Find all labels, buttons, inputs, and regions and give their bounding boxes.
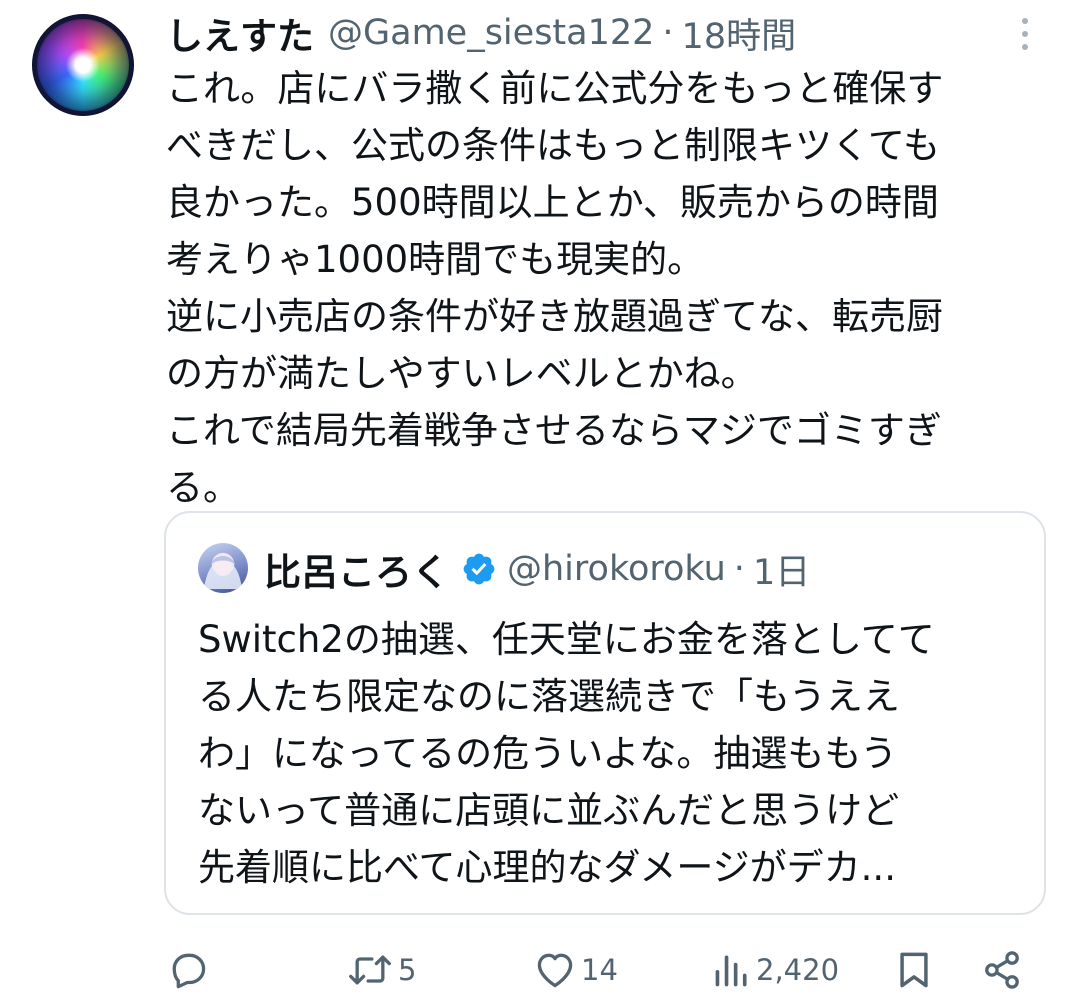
reply-icon — [172, 953, 206, 989]
tweet-text-line: これ。店にバラ撒く前に公式分をもっと確保す — [166, 67, 944, 110]
share-button[interactable] — [980, 940, 1024, 1000]
tweet-text-line: これで結局先着戦争させるならマジでゴミすぎ — [166, 409, 942, 452]
share-icon — [985, 951, 1019, 989]
bookmark-icon — [900, 952, 928, 988]
quoted-text-line: Switch2の抽選、任天堂にお金を落としてて — [198, 618, 935, 661]
quoted-timestamp[interactable]: 1日 — [753, 544, 810, 595]
quoted-tweet-header: 比呂ころく @hirokoroku · 1日 — [264, 543, 810, 595]
quoted-text-line: る人たち限定なのに落選続きで「もうええ — [198, 675, 900, 718]
tweet-text-line: 考えりゃ1000時間でも現実的。 — [166, 238, 705, 281]
reply-button[interactable] — [166, 940, 210, 1000]
heart-icon — [537, 953, 573, 988]
quoted-display-name[interactable]: 比呂ころく — [264, 542, 449, 596]
retweet-button[interactable]: 5 — [346, 940, 416, 1000]
tweet-text: これ。店にバラ撒く前に公式分をもっと確保す べきだし、公式の条件はもっと制限キツ… — [166, 60, 1056, 516]
author-handle[interactable]: @Game_siesta122 — [328, 13, 654, 53]
more-dot — [1022, 44, 1028, 50]
tweet-text-line: の方が満たしやすいレベルとかね。 — [166, 352, 758, 395]
author-display-name[interactable]: しえすた — [166, 6, 314, 60]
quoted-text-line: 先着順に比べて心理的なダメージがデカ... — [198, 846, 896, 889]
author-avatar[interactable] — [32, 14, 134, 116]
views-icon — [715, 955, 747, 987]
tweet-text-line: べきだし、公式の条件はもっと制限キツくても — [166, 124, 941, 167]
like-button[interactable]: 14 — [533, 940, 618, 1000]
bookmark-button[interactable] — [892, 940, 936, 1000]
quoted-text-line: わ」になってるの危ういよな。抽選ももう — [198, 732, 898, 775]
tweet-timestamp[interactable]: 18時間 — [682, 8, 797, 59]
quoted-avatar-art — [204, 556, 242, 589]
quoted-tweet-card[interactable]: 比呂ころく @hirokoroku · 1日 Switch2の抽選、任天堂にお金… — [164, 511, 1046, 915]
verified-badge-icon — [461, 551, 497, 587]
avatar-glow — [32, 14, 134, 116]
views-button[interactable]: 2,420 — [712, 940, 839, 1000]
retweet-icon — [349, 955, 391, 985]
tweet-text-line: 逆に小売店の条件が好き放題過ぎてな、転売厨 — [166, 295, 943, 338]
tweet-text-line: 良かった。500時間以上とか、販売からの時間 — [166, 181, 939, 224]
tweet-header: しえすた @Game_siesta122 · 18時間 — [166, 6, 796, 60]
header-separator: · — [662, 13, 674, 53]
more-options-icon[interactable] — [1012, 14, 1038, 54]
more-dot — [1022, 18, 1028, 24]
tweet-action-bar: 5 14 2,420 — [0, 940, 1080, 1000]
more-dot — [1022, 31, 1028, 37]
quoted-tweet-text: Switch2の抽選、任天堂にお金を落としてて る人たち限定なのに落選続きで「も… — [198, 611, 1028, 896]
quoted-author-avatar[interactable] — [198, 543, 248, 593]
like-count: 14 — [581, 953, 618, 987]
retweet-count: 5 — [398, 953, 417, 987]
quoted-text-line: ないって普通に店頭に並ぶんだと思うけど — [198, 789, 900, 832]
views-count: 2,420 — [756, 953, 840, 987]
quoted-handle[interactable]: @hirokoroku — [507, 549, 726, 589]
tweet-text-line: る。 — [166, 466, 240, 509]
quoted-header-separator: · — [733, 549, 745, 589]
